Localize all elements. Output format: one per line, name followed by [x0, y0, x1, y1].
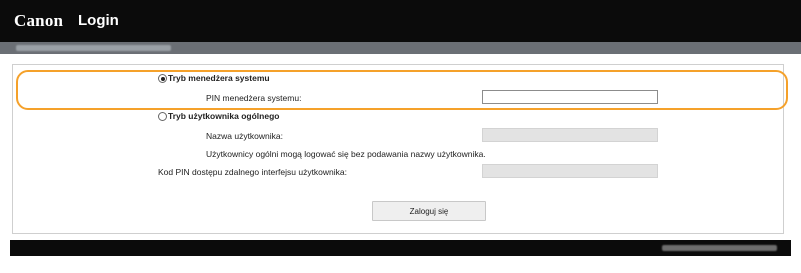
general-user-mode-radio[interactable]: [158, 112, 167, 121]
system-manager-mode-radio[interactable]: [158, 74, 167, 83]
header-bar: Canon Login: [0, 0, 801, 42]
general-user-mode-label: Tryb użytkownika ogólnego: [168, 111, 280, 121]
footer-blurred-copyright: [662, 245, 777, 251]
page-title: Login: [78, 12, 119, 29]
subheader-blurred-info: [16, 45, 171, 51]
remote-ui-pin-field[interactable]: [482, 164, 658, 178]
system-manager-pin-field[interactable]: [482, 90, 658, 104]
general-user-note: Użytkownicy ogólni mogą logować się bez …: [206, 149, 486, 159]
remote-ui-pin-label: Kod PIN dostępu zdalnego interfejsu użyt…: [158, 167, 348, 177]
system-manager-mode-label: Tryb menedżera systemu: [168, 73, 270, 83]
username-field[interactable]: [482, 128, 658, 142]
system-manager-pin-label: PIN menedżera systemu:: [206, 93, 302, 103]
subheader-bar: [0, 42, 801, 54]
system-manager-highlight-outline: [16, 70, 788, 110]
login-button[interactable]: Zaloguj się: [372, 201, 486, 221]
canon-logo: Canon: [14, 11, 64, 30]
username-label: Nazwa użytkownika:: [206, 131, 284, 141]
footer-bar: [10, 240, 791, 256]
